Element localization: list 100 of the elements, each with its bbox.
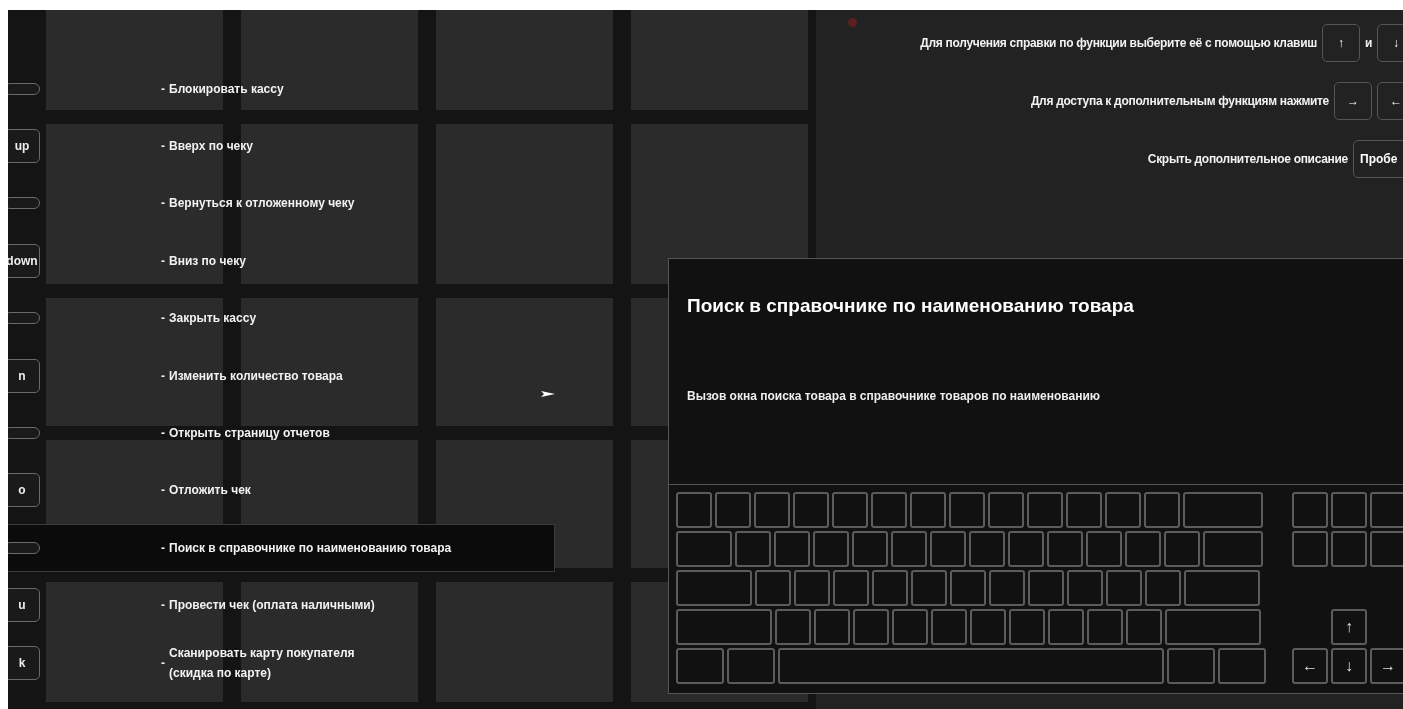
hotkey-label: Блокировать кассу	[169, 80, 285, 98]
keyboard-key	[1105, 492, 1141, 528]
key-button[interactable]: ↓	[1377, 24, 1403, 62]
keyboard-key	[1167, 648, 1215, 684]
keyboard-key	[1086, 531, 1122, 567]
keyboard-key	[910, 492, 946, 528]
keyboard-key	[1145, 570, 1181, 606]
key-button[interactable]: o	[8, 473, 40, 508]
keyboard-key	[1331, 492, 1367, 528]
key-button[interactable]: ↑	[1321, 24, 1360, 62]
keyboard-key	[833, 570, 869, 606]
keyboard-key	[1008, 531, 1044, 567]
key-button[interactable]: →	[1334, 82, 1372, 120]
keyboard-key	[775, 609, 811, 645]
dash-text: -	[161, 483, 165, 498]
keyboard-key	[832, 492, 868, 528]
hotkey-label: Изменить количество товара	[169, 367, 344, 385]
arrow-key: →	[1370, 648, 1403, 684]
function-title: Поиск в справочнике по наименованию товара	[687, 295, 1135, 317]
keyboard-key	[1048, 609, 1084, 645]
dash-text: -	[161, 426, 165, 441]
keyboard-key	[911, 570, 947, 606]
key-button[interactable]: ←	[1377, 82, 1403, 120]
keyboard-key	[1087, 609, 1123, 645]
keyboard-key	[1292, 492, 1328, 528]
keyboard-key	[1027, 492, 1063, 528]
dash-text: -	[161, 368, 165, 383]
dash-text: -	[161, 540, 165, 555]
keyboard-key	[1218, 648, 1266, 684]
keyboard-key	[892, 609, 928, 645]
key-button[interactable]: u	[8, 588, 40, 623]
keyboard-key	[1331, 531, 1367, 567]
key-button[interactable]	[8, 541, 40, 554]
keyboard-key	[676, 531, 732, 567]
pointer-icon	[541, 390, 555, 398]
keyboard-key	[715, 492, 751, 528]
keyboard-key	[1125, 531, 1161, 567]
function-description: Вызов окна поиска товара в справочнике товаров по наименованию	[687, 389, 1102, 403]
key-button[interactable]	[8, 312, 40, 325]
keyboard-key	[1164, 531, 1200, 567]
dash-text: -	[161, 598, 165, 613]
keyboard-key	[676, 648, 724, 684]
key-button[interactable]	[8, 427, 40, 440]
hotkey-label: Вниз по чеку	[169, 252, 247, 270]
keyboard-key	[950, 570, 986, 606]
dash-text: -	[161, 655, 165, 670]
keyboard-key	[891, 531, 927, 567]
keyboard-key	[1066, 492, 1102, 528]
keyboard-key	[735, 531, 771, 567]
help-text: Для получения справки по функции выберите её с помощью клавиш	[920, 36, 1317, 50]
dash-text: -	[161, 196, 165, 211]
key-button[interactable]: k	[8, 645, 40, 680]
arrow-key: ↓	[1331, 648, 1367, 684]
keyboard-key	[1067, 570, 1103, 606]
keyboard-key	[774, 531, 810, 567]
keyboard-key	[813, 531, 849, 567]
keyboard-key	[970, 609, 1006, 645]
keyboard-key	[1047, 531, 1083, 567]
hotkey-label: Поиск в справочнике по наименованию товара	[169, 539, 453, 557]
keyboard-key	[969, 531, 1005, 567]
keyboard-key	[931, 609, 967, 645]
dash-text: -	[161, 311, 165, 326]
keyboard-key	[1292, 531, 1328, 567]
keyboard-key	[988, 492, 1024, 528]
keyboard-key	[1203, 531, 1263, 567]
keyboard-key	[1144, 492, 1180, 528]
arrow-key: ↑	[1331, 609, 1367, 645]
keyboard-key	[930, 531, 966, 567]
hotkey-label: Вернуться к отложенному чеку	[169, 195, 356, 213]
keyboard-key	[755, 570, 791, 606]
keyboard-key	[1009, 609, 1045, 645]
keyboard-key	[793, 492, 829, 528]
key-button[interactable]: Пробе	[1353, 140, 1403, 178]
dash-text: -	[161, 253, 165, 268]
keyboard-key	[872, 570, 908, 606]
keyboard-key	[1106, 570, 1142, 606]
hotkey-label: Сканировать карту покупателя (скидка по карте)	[169, 644, 356, 682]
key-button[interactable]	[8, 197, 40, 210]
help-text: и	[1364, 36, 1372, 50]
keyboard-key	[852, 531, 888, 567]
arrow-key: ←	[1292, 648, 1328, 684]
help-text: Скрыть дополнительное описание	[1147, 152, 1348, 166]
hotkey-label: Открыть страницу отчетов	[169, 425, 331, 443]
dash-text: -	[161, 139, 165, 154]
key-button[interactable]: up	[8, 129, 40, 164]
keyboard-key	[727, 648, 775, 684]
help-text: Для доступа к дополнительным функциям нажмите	[1030, 94, 1329, 108]
keyboard-key	[853, 609, 889, 645]
hotkey-label: Провести чек (оплата наличными)	[169, 597, 376, 615]
keyboard-key	[794, 570, 830, 606]
key-button[interactable]: n	[8, 358, 40, 393]
status-dot-icon	[848, 18, 857, 27]
keyboard-key	[1028, 570, 1064, 606]
keyboard-key	[814, 609, 850, 645]
keyboard-key	[989, 570, 1025, 606]
hotkey-label: Закрыть кассу	[169, 310, 258, 328]
hotkey-label: Вверх по чеку	[169, 138, 254, 156]
keyboard-key	[1126, 609, 1162, 645]
keyboard-key	[949, 492, 985, 528]
keyboard-key	[871, 492, 907, 528]
